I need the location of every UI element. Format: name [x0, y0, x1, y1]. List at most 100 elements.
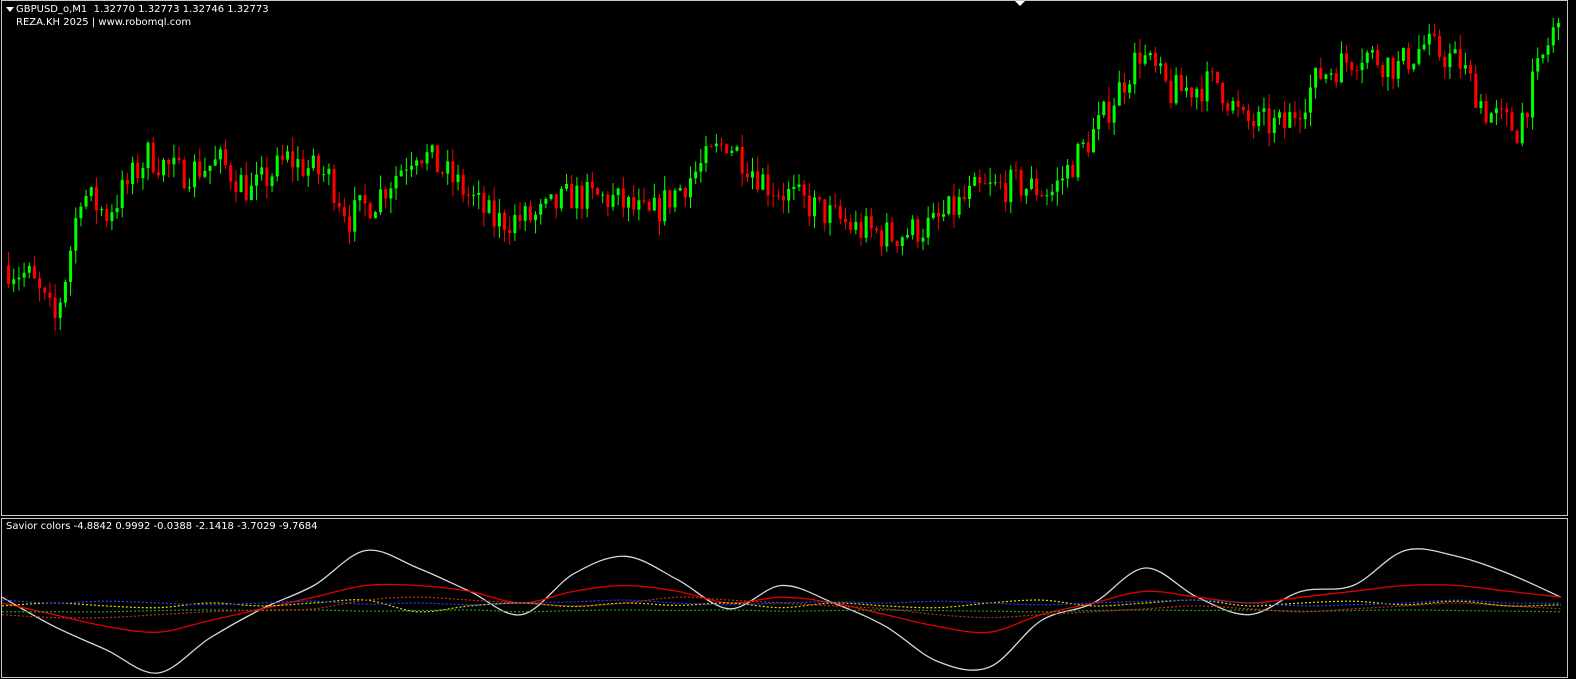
candle	[146, 141, 150, 181]
candle	[136, 154, 140, 184]
candle	[756, 156, 760, 193]
candle-body	[503, 212, 507, 231]
candle	[1029, 166, 1033, 191]
candle-body	[792, 186, 796, 189]
candle	[353, 186, 357, 242]
candle	[1241, 104, 1245, 115]
candle-body	[1412, 63, 1416, 70]
candle	[1221, 82, 1225, 111]
candle-body	[1195, 88, 1199, 98]
candle	[962, 185, 966, 202]
candle	[1531, 58, 1535, 130]
candle	[1128, 80, 1132, 99]
candle	[415, 157, 419, 175]
candle	[730, 145, 734, 156]
candle-body	[12, 279, 16, 285]
candle-body	[616, 188, 620, 195]
candle	[518, 202, 522, 230]
collapse-triangle-icon[interactable]	[6, 7, 14, 12]
candle	[492, 187, 496, 237]
candle-body	[1009, 169, 1013, 203]
candle-body	[967, 185, 971, 200]
candle-body	[203, 170, 207, 177]
candle	[115, 194, 119, 219]
candle-body	[1350, 62, 1354, 70]
candle	[967, 175, 971, 208]
candle	[1355, 65, 1359, 80]
candle	[1438, 29, 1442, 61]
candle	[792, 174, 796, 201]
candle-body	[115, 208, 119, 213]
candle-body	[43, 287, 47, 293]
candle-body	[1345, 53, 1349, 63]
candle-body	[1334, 73, 1338, 83]
candle	[482, 185, 486, 227]
candle	[1184, 75, 1188, 98]
indicator-pane[interactable]: Savior colors -4.8842 0.9992 -0.0388 -2.…	[1, 518, 1568, 678]
candle-body	[823, 199, 827, 223]
candle-body	[565, 183, 569, 189]
candle-body	[658, 197, 662, 222]
candle-body	[69, 250, 73, 282]
candle-body	[1107, 101, 1111, 123]
candle	[311, 148, 315, 171]
candle	[48, 282, 52, 308]
chart-shift-marker-icon[interactable]	[1015, 1, 1025, 6]
candle	[322, 165, 326, 182]
candle	[193, 154, 197, 198]
candle-body	[94, 187, 98, 211]
candle-body	[978, 177, 982, 184]
candle	[1479, 93, 1483, 114]
candle	[1257, 105, 1261, 132]
candle	[177, 146, 181, 165]
candle-body	[596, 188, 600, 195]
candle	[1009, 165, 1013, 214]
candle	[766, 163, 770, 207]
candle	[1148, 50, 1152, 61]
candle	[394, 166, 398, 200]
candle-body	[539, 203, 543, 215]
candle-body	[1422, 44, 1426, 50]
candle	[420, 159, 424, 168]
candle	[1014, 161, 1018, 180]
candle-body	[575, 185, 579, 209]
candle	[1298, 109, 1302, 133]
candle	[549, 194, 553, 201]
candle-body	[110, 212, 114, 222]
candle-body	[1293, 112, 1297, 118]
candle	[1556, 17, 1560, 40]
candle-body	[286, 151, 290, 160]
candle-body	[348, 216, 352, 232]
savior-colors-chart	[2, 548, 1562, 674]
candle-body	[327, 168, 331, 175]
candle	[627, 195, 631, 222]
candle	[616, 187, 620, 206]
candle-body	[1303, 112, 1307, 120]
candle	[466, 186, 470, 206]
candle	[1117, 70, 1121, 106]
candle	[745, 162, 749, 183]
candle	[451, 148, 455, 197]
candle	[120, 170, 124, 218]
candle-body	[89, 187, 93, 197]
candle-body	[590, 181, 594, 189]
candle-body	[1086, 142, 1090, 153]
candle-body	[1262, 108, 1266, 112]
candle-body	[1479, 101, 1483, 109]
candle-body	[451, 161, 455, 183]
candle-body	[151, 142, 155, 173]
candle	[1045, 188, 1049, 206]
candle-body	[1319, 67, 1323, 79]
candle-body	[709, 146, 713, 148]
candle	[1066, 159, 1070, 188]
price-chart-pane[interactable]: GBPUSD_o,M1 1.32770 1.32773 1.32746 1.32…	[1, 0, 1568, 516]
candle-body	[1531, 71, 1535, 118]
candle	[637, 188, 641, 221]
candle	[182, 156, 186, 190]
candle	[694, 161, 698, 184]
candle-body	[627, 197, 631, 208]
candle-body	[353, 200, 357, 232]
candle	[720, 137, 724, 152]
candle	[43, 286, 47, 301]
candle	[410, 152, 414, 178]
